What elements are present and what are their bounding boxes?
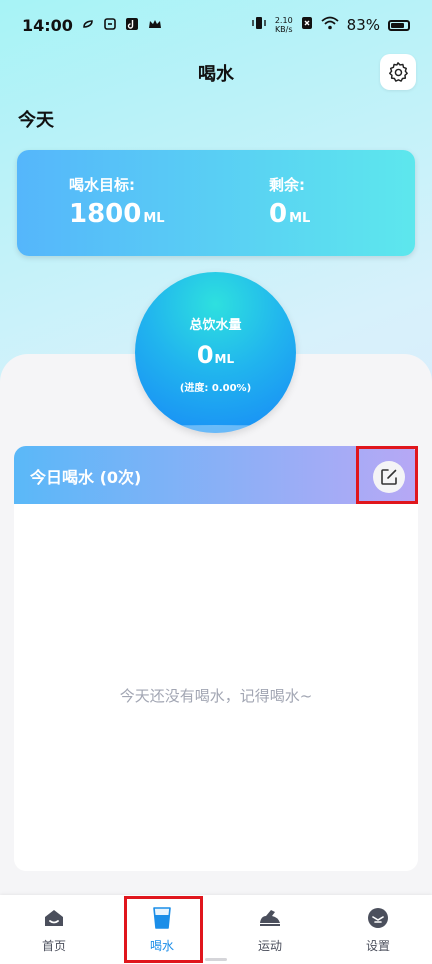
status-time: 14:00 <box>22 15 73 35</box>
page-title: 喝水 <box>198 64 234 85</box>
net-speed-value: 2.10 <box>274 16 293 25</box>
tab-settings[interactable]: 设置 <box>324 895 432 964</box>
goal-value-row: 1800 ML <box>69 199 165 229</box>
status-bar: 14:00 2.10 KB/s 83% <box>0 0 432 50</box>
settings-face-icon <box>365 905 391 931</box>
remaining-value: 0 <box>269 199 288 229</box>
remaining-unit: ML <box>289 211 311 226</box>
edit-record-button[interactable] <box>373 461 405 493</box>
water-wave <box>135 425 296 433</box>
edit-icon <box>381 469 397 485</box>
edit-highlight-outline <box>356 446 418 504</box>
remaining-label: 剩余: <box>269 176 305 194</box>
tab-home[interactable]: 首页 <box>0 895 108 964</box>
goal-block: 喝水目标: 1800 ML <box>69 174 165 229</box>
section-title-today: 今天 <box>18 110 54 131</box>
app-notification-icon <box>81 17 95 33</box>
sneaker-icon <box>257 905 283 931</box>
intake-value: 0 <box>196 341 214 369</box>
goal-label: 喝水目标: <box>69 176 135 194</box>
tab-label: 首页 <box>41 939 66 953</box>
intake-value-row: 0ML <box>135 341 296 369</box>
network-speed: 2.10 KB/s <box>275 16 293 34</box>
goal-card: 喝水目标: 1800 ML 剩余: 0 ML <box>17 150 415 256</box>
water-tab-highlight-outline <box>124 896 203 963</box>
tab-exercise[interactable]: 运动 <box>216 895 324 964</box>
total-intake-circle: 总饮水量 0ML (进度: 0.00%) <box>135 272 296 433</box>
battery-icon <box>388 19 410 31</box>
records-list: 今天还没有喝水，记得喝水~ <box>14 504 418 871</box>
empty-state-text: 今天还没有喝水，记得喝水~ <box>119 687 313 705</box>
intake-label: 总饮水量 <box>189 318 242 333</box>
goal-unit: ML <box>143 211 165 226</box>
bottom-tab-bar: 首页 喝水 运动 设置 <box>0 895 432 964</box>
intake-unit: ML <box>214 352 235 366</box>
tiktok-icon <box>125 17 139 33</box>
remaining-block: 剩余: 0 ML <box>269 174 310 229</box>
app-notification-icon <box>103 17 117 33</box>
battery-percent: 83% <box>346 16 380 34</box>
records-header: 今日喝水 (0次) <box>14 446 418 504</box>
home-icon <box>41 905 67 931</box>
crown-icon <box>147 17 163 33</box>
app-header: 喝水 <box>0 50 432 96</box>
sim-disabled-icon <box>301 16 313 34</box>
gear-icon <box>389 62 408 82</box>
records-title: 今日喝水 (0次) <box>30 468 142 487</box>
remaining-value-row: 0 ML <box>269 199 310 229</box>
goal-value: 1800 <box>69 199 142 229</box>
tab-label: 运动 <box>257 939 282 953</box>
settings-button[interactable] <box>380 54 416 90</box>
tab-water[interactable]: 喝水 <box>108 895 216 964</box>
intake-progress: (进度: 0.00%) <box>179 383 252 394</box>
vibrate-icon <box>251 15 267 35</box>
home-indicator <box>205 958 227 961</box>
status-right: 2.10 KB/s 83% <box>251 15 410 35</box>
net-speed-unit: KB/s <box>274 25 293 34</box>
status-left: 14:00 <box>22 16 163 35</box>
wifi-icon <box>321 16 339 34</box>
tab-label: 设置 <box>365 939 390 953</box>
